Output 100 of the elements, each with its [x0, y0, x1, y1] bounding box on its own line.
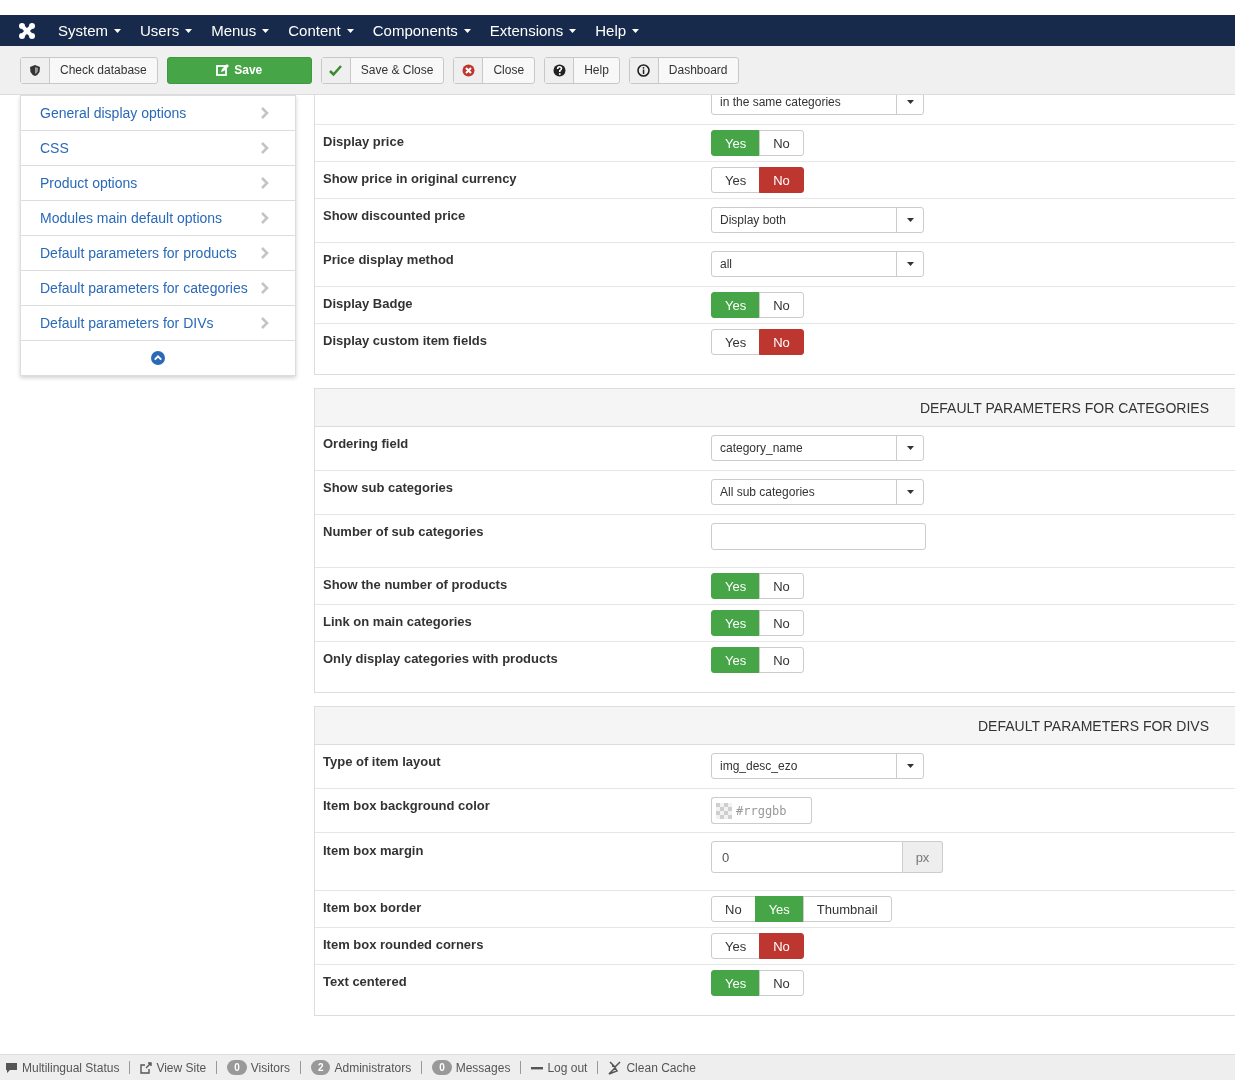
status-link[interactable]: View Site — [140, 1060, 207, 1075]
field-label: Price display method — [323, 252, 454, 267]
sidebar-item[interactable]: CSS — [21, 131, 295, 166]
toggle-option[interactable]: Yes — [711, 167, 761, 193]
caret-down-icon — [569, 28, 577, 33]
sidebar-item[interactable]: General display options — [21, 96, 295, 131]
menu-item[interactable]: Help — [595, 22, 640, 39]
toolbar-button[interactable]: Close — [453, 56, 536, 84]
field-label: Item box rounded corners — [323, 937, 484, 952]
chevron-right-icon — [261, 282, 269, 294]
caret-down-icon — [632, 28, 640, 33]
menu-item[interactable]: Extensions — [489, 22, 577, 39]
toggle-option[interactable]: No — [759, 933, 804, 959]
count-badge: 2 — [310, 1060, 331, 1075]
toolbar-button[interactable]: Dashboard — [628, 56, 739, 84]
sidebar-item[interactable]: Default parameters for categories — [21, 271, 295, 306]
menu-item[interactable]: Users — [140, 22, 193, 39]
toggle-option[interactable]: No — [759, 610, 804, 636]
select-field[interactable]: category_name — [711, 435, 924, 461]
field-label: Only display categories with products — [323, 651, 558, 666]
sidebar-item[interactable]: Default parameters for DIVs — [21, 306, 295, 341]
select-field[interactable]: All sub categories — [711, 479, 924, 505]
toggle-option[interactable]: No — [711, 896, 756, 922]
input-field[interactable] — [711, 523, 926, 550]
count-badge: 0 — [227, 1060, 247, 1075]
field-label: Item box background color — [323, 798, 490, 813]
field-label: Show sub categories — [323, 480, 454, 495]
caret-down-icon — [906, 490, 914, 494]
field-label: Display price — [323, 134, 404, 149]
field-label: Show price in original currency — [323, 171, 517, 186]
info-icon — [637, 63, 651, 77]
field-label: Text centered — [323, 974, 407, 989]
toolbar-button[interactable]: Save & Close — [320, 56, 445, 84]
menu-item[interactable]: Menus — [211, 22, 270, 39]
select-field[interactable]: img_desc_ezo — [711, 753, 924, 779]
field-label: Item box border — [323, 900, 422, 915]
toggle-option[interactable]: No — [759, 292, 804, 318]
caret-down-icon — [346, 28, 354, 33]
shield-icon — [28, 63, 42, 77]
comment-icon — [5, 1061, 18, 1074]
caret-down-icon — [906, 262, 914, 266]
count-badge: 0 — [432, 1060, 452, 1075]
caret-down-icon — [906, 764, 914, 768]
chevron-right-icon — [261, 212, 269, 224]
chevron-right-icon — [261, 247, 269, 259]
caret-down-icon — [262, 28, 270, 33]
external-link-icon — [140, 1061, 153, 1074]
caret-down-icon — [906, 446, 914, 450]
chevron-right-icon — [261, 177, 269, 189]
section-title: DEFAULT PARAMETERS FOR CATEGORIES — [919, 399, 1209, 416]
status-link[interactable]: Multilingual Status — [5, 1060, 120, 1075]
caret-down-icon — [463, 28, 471, 33]
toggle-option[interactable]: No — [759, 130, 804, 156]
menu-item[interactable]: System — [58, 22, 121, 39]
status-link[interactable]: 0 Messages — [432, 1060, 511, 1075]
select-field[interactable]: all — [711, 251, 924, 277]
menu-item[interactable]: Components — [372, 22, 471, 39]
help-icon — [552, 63, 566, 77]
field-label: Show the number of products — [323, 577, 508, 592]
toggle-option[interactable]: Thumbnail — [802, 896, 892, 922]
toolbar-button[interactable]: Check database — [20, 56, 158, 84]
toggle-option[interactable]: No — [759, 647, 804, 673]
select-field[interactable]: Display both — [711, 207, 924, 233]
field-label: Item box margin — [323, 843, 424, 858]
chevron-right-icon — [261, 317, 269, 329]
close-icon — [461, 63, 475, 77]
toggle-option[interactable]: No — [759, 167, 804, 193]
sidebar-item[interactable]: Default parameters for products — [21, 236, 295, 271]
caret-down-icon — [114, 28, 121, 33]
caret-down-icon — [185, 28, 193, 33]
toolbar-button[interactable]: Help — [544, 56, 620, 84]
chevron-right-icon — [261, 142, 269, 154]
toggle-option[interactable]: No — [759, 329, 804, 355]
chevron-right-icon — [261, 107, 269, 119]
unit-addon: px — [903, 841, 943, 873]
collapse-up-icon — [151, 351, 165, 365]
select-field[interactable]: in the same categories — [711, 95, 924, 115]
caret-down-icon — [906, 218, 914, 222]
toggle-option[interactable]: Yes — [711, 933, 761, 959]
caret-down-icon — [906, 100, 914, 104]
input-field[interactable]: 0 — [711, 841, 903, 873]
toggle-option[interactable]: Yes — [711, 329, 761, 355]
status-link[interactable]: 0 Visitors — [227, 1060, 290, 1075]
field-label: Type of item layout — [323, 754, 441, 769]
toggle-option[interactable]: No — [759, 573, 804, 599]
field-label: Show discounted price — [323, 208, 466, 223]
menu-item[interactable]: Content — [288, 22, 354, 39]
field-label: Display Badge — [323, 296, 413, 311]
sidebar-item[interactable]: Product options — [21, 166, 295, 201]
status-link[interactable]: Clean Cache — [608, 1060, 696, 1075]
field-label: Link on main categories — [323, 614, 472, 629]
sidebar-item[interactable]: Modules main default options — [21, 201, 295, 236]
field-label: Number of sub categories — [323, 524, 484, 539]
status-link[interactable]: 2 Administrators — [310, 1060, 412, 1075]
status-link[interactable]: Log out — [531, 1060, 588, 1075]
toggle-option[interactable]: No — [759, 970, 804, 996]
field-label: Display custom item fields — [323, 333, 487, 348]
section-title: DEFAULT PARAMETERS FOR DIVS — [977, 717, 1209, 734]
edit-icon — [216, 63, 230, 77]
field-label: Ordering field — [323, 436, 409, 451]
